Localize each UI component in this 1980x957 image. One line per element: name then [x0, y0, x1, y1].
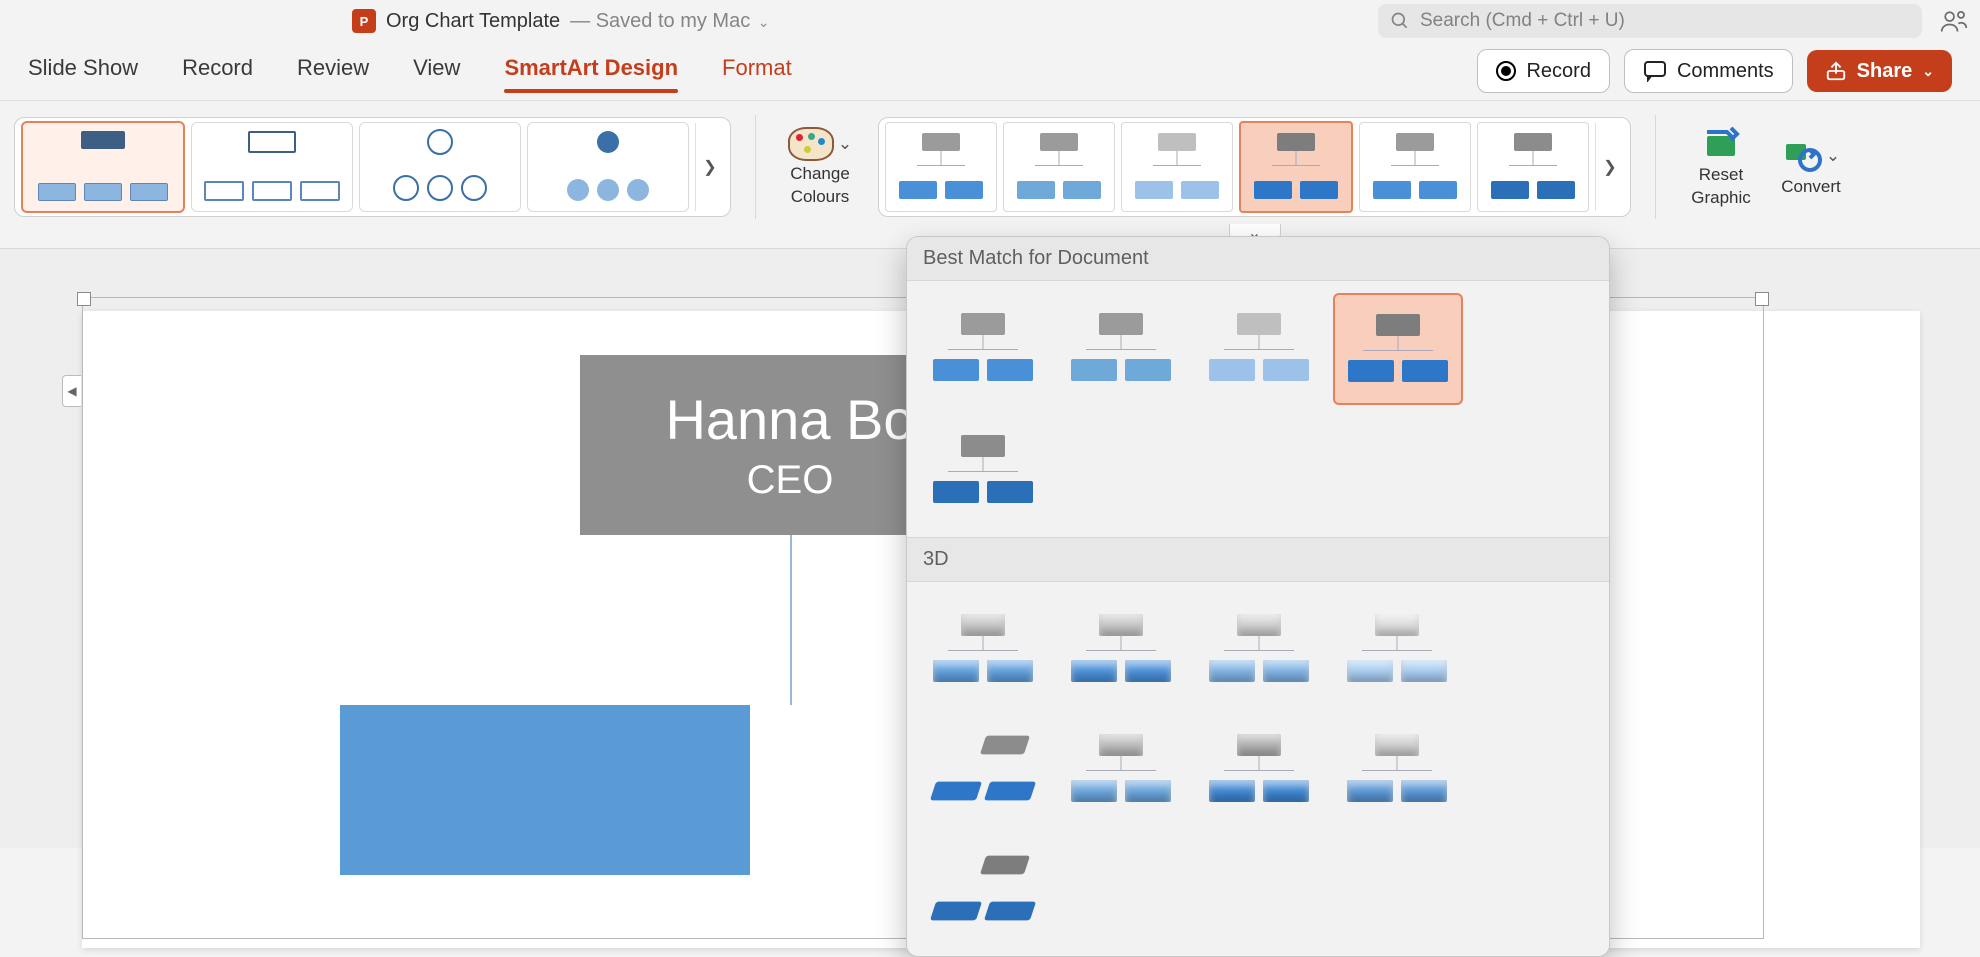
- change-colours-label-1: Change: [790, 165, 850, 184]
- popover-best-match-grid: [907, 281, 1609, 537]
- tab-smartart-design[interactable]: SmartArt Design: [504, 55, 678, 87]
- style-swatch-3d-4[interactable]: [1333, 594, 1461, 704]
- reset-label-2: Graphic: [1691, 189, 1751, 208]
- chevron-down-icon: ⌄: [1922, 63, 1934, 80]
- ribbon-tabs: Slide Show Record Review View SmartArt D…: [0, 42, 1980, 100]
- style-option-4-selected[interactable]: [1239, 121, 1353, 213]
- style-swatch-3d-8[interactable]: [1333, 714, 1461, 824]
- layout-option-4[interactable]: [527, 122, 689, 212]
- convert-icon: [1782, 138, 1822, 174]
- tab-record[interactable]: Record: [182, 55, 253, 87]
- styles-gallery: ❯ ⌄: [878, 117, 1631, 217]
- chevron-down-icon: ⌄: [1826, 146, 1840, 166]
- style-swatch-flat-4-selected[interactable]: [1333, 293, 1463, 405]
- smartart-styles-group: ❯ ⌄: [878, 107, 1631, 227]
- document-save-status[interactable]: — Saved to my Mac ⌄: [570, 10, 769, 33]
- collaborators-icon[interactable]: [1940, 7, 1968, 35]
- org-node-child[interactable]: [340, 705, 750, 875]
- style-swatch-3d-1[interactable]: [919, 594, 1047, 704]
- comments-button[interactable]: Comments: [1624, 49, 1793, 93]
- tab-review[interactable]: Review: [297, 55, 369, 87]
- document-title[interactable]: Org Chart Template: [386, 10, 560, 33]
- popover-3d-grid: [907, 582, 1609, 956]
- style-swatch-flat-2[interactable]: [1057, 293, 1185, 403]
- share-button[interactable]: Share ⌄: [1807, 50, 1952, 92]
- layouts-gallery: ❯: [14, 117, 731, 217]
- chevron-down-icon: ⌄: [758, 14, 770, 30]
- style-swatch-3d-5[interactable]: [919, 714, 1047, 824]
- popover-section-best-match: Best Match for Document: [907, 237, 1609, 281]
- record-button[interactable]: Record: [1477, 49, 1609, 93]
- share-label: Share: [1857, 60, 1913, 83]
- reset-label-1: Reset: [1699, 166, 1743, 185]
- tab-view[interactable]: View: [413, 55, 460, 87]
- convert-button[interactable]: ⌄ Convert: [1770, 117, 1852, 217]
- style-option-3[interactable]: [1121, 122, 1233, 212]
- comments-icon: [1643, 60, 1667, 82]
- style-swatch-flat-3[interactable]: [1195, 293, 1323, 403]
- change-colours-label-2: Colours: [791, 188, 850, 207]
- search-placeholder: Search (Cmd + Ctrl + U): [1420, 10, 1625, 32]
- style-swatch-3d-3[interactable]: [1195, 594, 1323, 704]
- layouts-group: ❯: [14, 107, 731, 227]
- reset-graphic-button[interactable]: Reset Graphic: [1680, 117, 1762, 217]
- style-swatch-flat-5[interactable]: [919, 415, 1047, 525]
- search-input[interactable]: Search (Cmd + Ctrl + U): [1378, 4, 1922, 38]
- chevron-down-icon: ⌄: [838, 134, 852, 154]
- org-connector: [790, 535, 792, 705]
- title-right: Search (Cmd + Ctrl + U): [1378, 4, 1968, 38]
- group-separator: [755, 115, 756, 219]
- smartart-styles-popover: Best Match for Document 3D: [906, 236, 1610, 957]
- title-bar: P Org Chart Template — Saved to my Mac ⌄…: [0, 0, 1980, 42]
- convert-label: Convert: [1781, 178, 1841, 197]
- reset-convert-group: Reset Graphic ⌄ Convert: [1680, 107, 1852, 227]
- org-node-ceo-name: Hanna Bo: [665, 387, 914, 452]
- style-option-2[interactable]: [1003, 122, 1115, 212]
- layout-option-2[interactable]: [191, 122, 353, 212]
- style-swatch-3d-7[interactable]: [1195, 714, 1323, 824]
- layout-option-1[interactable]: [21, 121, 185, 213]
- record-label: Record: [1526, 60, 1590, 83]
- ribbon: ❯ ⌄ Change Colours ❯ ⌄: [0, 100, 1980, 227]
- style-option-6[interactable]: [1477, 122, 1589, 212]
- popover-section-3d: 3D: [907, 537, 1609, 582]
- palette-icon: [788, 127, 834, 161]
- comments-label: Comments: [1677, 60, 1774, 83]
- resize-handle-top-right[interactable]: [1755, 292, 1769, 306]
- search-icon: [1390, 11, 1410, 31]
- style-option-5[interactable]: [1359, 122, 1471, 212]
- smartart-text-pane-toggle[interactable]: ◀: [62, 375, 81, 407]
- style-swatch-flat-1[interactable]: [919, 293, 1047, 403]
- style-option-1[interactable]: [885, 122, 997, 212]
- document-save-status-text: — Saved to my Mac: [570, 10, 750, 32]
- tab-slide-show[interactable]: Slide Show: [28, 55, 138, 87]
- styles-more-button[interactable]: ❯: [1595, 123, 1624, 211]
- resize-handle-top-left[interactable]: [77, 292, 91, 306]
- org-node-ceo-title: CEO: [747, 458, 834, 503]
- style-swatch-3d-2[interactable]: [1057, 594, 1185, 704]
- powerpoint-app-icon: P: [352, 9, 376, 33]
- change-colours-button[interactable]: ⌄ Change Colours: [780, 117, 860, 217]
- layout-option-3[interactable]: [359, 122, 521, 212]
- ribbon-right-controls: Record Comments Share ⌄: [1477, 49, 1952, 93]
- layouts-more-button[interactable]: ❯: [695, 123, 724, 211]
- share-icon: [1825, 60, 1847, 82]
- change-colours-group: ⌄ Change Colours: [780, 107, 860, 227]
- record-icon: [1496, 61, 1516, 81]
- tab-format[interactable]: Format: [722, 55, 792, 87]
- style-swatch-3d-6[interactable]: [1057, 714, 1185, 824]
- group-separator: [1655, 115, 1656, 219]
- reset-graphic-icon: [1701, 126, 1741, 162]
- style-swatch-3d-9[interactable]: [919, 834, 1047, 944]
